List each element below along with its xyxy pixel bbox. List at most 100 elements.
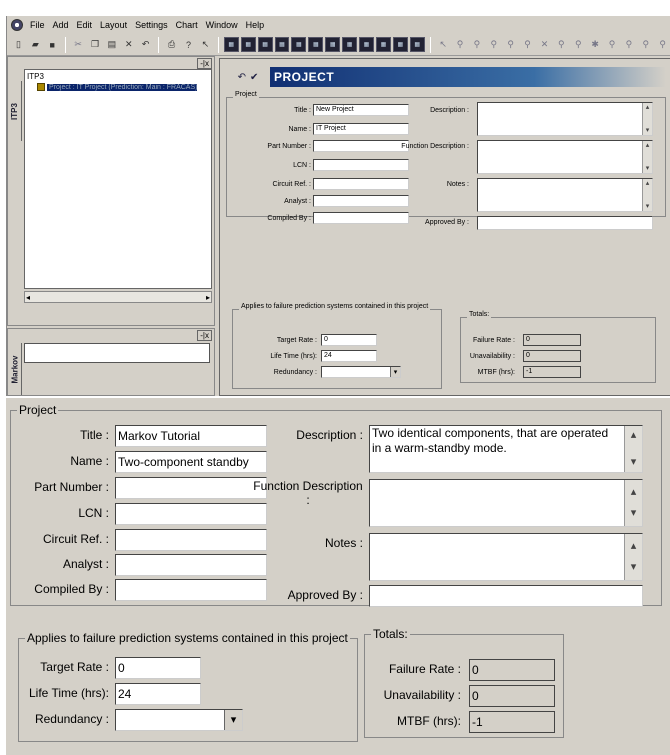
function-description-scrollbar[interactable]: ▴ ▾: [642, 141, 652, 173]
menu-chart[interactable]: Chart: [175, 20, 199, 30]
tree-root-label[interactable]: ITP3: [27, 72, 209, 81]
help-icon[interactable]: ?: [181, 37, 196, 52]
module-icon[interactable]: ▦: [223, 37, 239, 52]
lcn-field[interactable]: [313, 159, 409, 171]
pointer-icon[interactable]: ↖: [436, 37, 451, 52]
scroll-down-icon[interactable]: ▾: [646, 164, 650, 173]
draw-tool-icon[interactable]: ⚲: [520, 37, 535, 52]
undo-icon[interactable]: ↶: [238, 72, 246, 83]
compiled-by-field[interactable]: [313, 212, 409, 224]
context-help-icon[interactable]: ↖: [198, 37, 213, 52]
scroll-up-icon[interactable]: ▴: [646, 103, 650, 112]
zoom-description-field[interactable]: Two identical components, that are opera…: [369, 425, 643, 473]
chevron-down-icon[interactable]: ▾: [390, 367, 400, 377]
scroll-down-icon[interactable]: ▾: [631, 455, 637, 470]
scroll-down-icon[interactable]: ▾: [631, 557, 637, 578]
zoom-compiled-by-field[interactable]: [115, 579, 267, 601]
panel-close-icon[interactable]: -|x: [197, 330, 212, 341]
module-icon[interactable]: ▦: [291, 37, 307, 52]
module-icon[interactable]: ▦: [375, 37, 391, 52]
draw-tool-icon[interactable]: ⚲: [503, 37, 518, 52]
approved-by-field[interactable]: [477, 216, 653, 230]
markov-side-tab[interactable]: Markov: [8, 343, 22, 395]
scroll-down-icon[interactable]: ▾: [646, 126, 650, 135]
zoom-title-field[interactable]: Markov Tutorial: [115, 425, 267, 447]
zoom-target-rate-field[interactable]: 0: [115, 657, 201, 679]
zoom-part-number-field[interactable]: [115, 477, 267, 499]
redundancy-select[interactable]: ▾: [321, 366, 401, 378]
name-field[interactable]: IT Project: [313, 123, 409, 135]
tree-node-project[interactable]: Project : IT Project (Prediction: Main :…: [37, 83, 209, 91]
circuit-ref-field[interactable]: [313, 178, 409, 190]
panel-close-icon[interactable]: -|x: [197, 58, 212, 69]
zoom-approved-by-field[interactable]: [369, 585, 643, 607]
delete-icon[interactable]: ✕: [121, 37, 136, 52]
module-icon[interactable]: ▦: [274, 37, 290, 52]
zoom-function-description-scrollbar[interactable]: ▴ ▾: [624, 480, 642, 526]
scroll-up-icon[interactable]: ▴: [646, 141, 650, 150]
scroll-right-icon[interactable]: ▸: [206, 293, 210, 302]
zoom-circuit-ref-field[interactable]: [115, 529, 267, 551]
scroll-left-icon[interactable]: ◂: [26, 293, 30, 302]
menu-add[interactable]: Add: [52, 20, 70, 30]
function-description-field[interactable]: ▴ ▾: [477, 140, 653, 174]
scroll-up-icon[interactable]: ▴: [631, 536, 637, 557]
draw-tool-icon[interactable]: ⚲: [486, 37, 501, 52]
open-icon[interactable]: ▰: [28, 37, 43, 52]
menu-file[interactable]: File: [29, 20, 46, 30]
zoom-function-description-field[interactable]: ▴ ▾: [369, 479, 643, 527]
app-logo-icon[interactable]: [11, 19, 23, 31]
draw-tool-icon[interactable]: ⚲: [605, 37, 620, 52]
scroll-down-icon[interactable]: ▾: [631, 503, 637, 524]
part-number-field[interactable]: [313, 140, 409, 152]
draw-tool-icon[interactable]: ⚲: [554, 37, 569, 52]
life-time-field[interactable]: 24: [321, 350, 377, 362]
draw-tool-icon[interactable]: ⚲: [655, 37, 670, 52]
draw-tool-icon[interactable]: ⚲: [571, 37, 586, 52]
menu-help[interactable]: Help: [245, 20, 266, 30]
tree-horizontal-scrollbar[interactable]: ◂ ▸: [24, 291, 212, 303]
module-icon[interactable]: ▦: [392, 37, 408, 52]
undo-icon[interactable]: ↶: [138, 37, 153, 52]
module-icon[interactable]: ▦: [342, 37, 358, 52]
scroll-up-icon[interactable]: ▴: [631, 482, 637, 503]
menu-layout[interactable]: Layout: [99, 20, 128, 30]
chevron-down-icon[interactable]: ▾: [224, 710, 242, 730]
module-icon[interactable]: ▦: [240, 37, 256, 52]
scroll-up-icon[interactable]: ▴: [631, 428, 637, 443]
menu-edit[interactable]: Edit: [76, 20, 94, 30]
notes-field[interactable]: ▴ ▾: [477, 178, 653, 212]
scroll-up-icon[interactable]: ▴: [646, 179, 650, 188]
title-field[interactable]: New Project: [313, 104, 409, 116]
scroll-down-icon[interactable]: ▾: [646, 202, 650, 211]
description-field[interactable]: ▴ ▾: [477, 102, 653, 136]
menu-settings[interactable]: Settings: [134, 20, 169, 30]
paste-icon[interactable]: ▤: [104, 37, 119, 52]
draw-tool-icon[interactable]: ✱: [588, 37, 603, 52]
module-icon[interactable]: ▦: [359, 37, 374, 52]
module-icon[interactable]: ▦: [325, 37, 341, 52]
module-icon[interactable]: ▦: [257, 37, 273, 52]
module-icon[interactable]: ▦: [409, 37, 425, 52]
draw-tool-icon[interactable]: ⚲: [469, 37, 484, 52]
menu-window[interactable]: Window: [205, 20, 239, 30]
draw-tool-icon[interactable]: ⚲: [453, 37, 468, 52]
copy-icon[interactable]: ❐: [88, 37, 103, 52]
draw-tool-icon[interactable]: ✕: [537, 37, 552, 52]
zoom-analyst-field[interactable]: [115, 554, 267, 576]
zoom-description-scrollbar[interactable]: ▴ ▾: [624, 426, 642, 472]
tree-side-tab[interactable]: ITP3: [8, 81, 22, 141]
analyst-field[interactable]: [313, 195, 409, 207]
cut-icon[interactable]: ✂: [71, 37, 86, 52]
zoom-notes-scrollbar[interactable]: ▴ ▾: [624, 534, 642, 580]
draw-tool-icon[interactable]: ⚲: [638, 37, 653, 52]
zoom-life-time-field[interactable]: 24: [115, 683, 201, 705]
notes-scrollbar[interactable]: ▴ ▾: [642, 179, 652, 211]
module-icon[interactable]: ▦: [308, 37, 324, 52]
target-rate-field[interactable]: 0: [321, 334, 377, 346]
check-icon[interactable]: ✔: [250, 72, 258, 83]
print-icon[interactable]: ⎙: [164, 37, 179, 52]
zoom-name-field[interactable]: Two-component standby: [115, 451, 267, 473]
zoom-notes-field[interactable]: ▴ ▾: [369, 533, 643, 581]
draw-tool-icon[interactable]: ⚲: [621, 37, 636, 52]
